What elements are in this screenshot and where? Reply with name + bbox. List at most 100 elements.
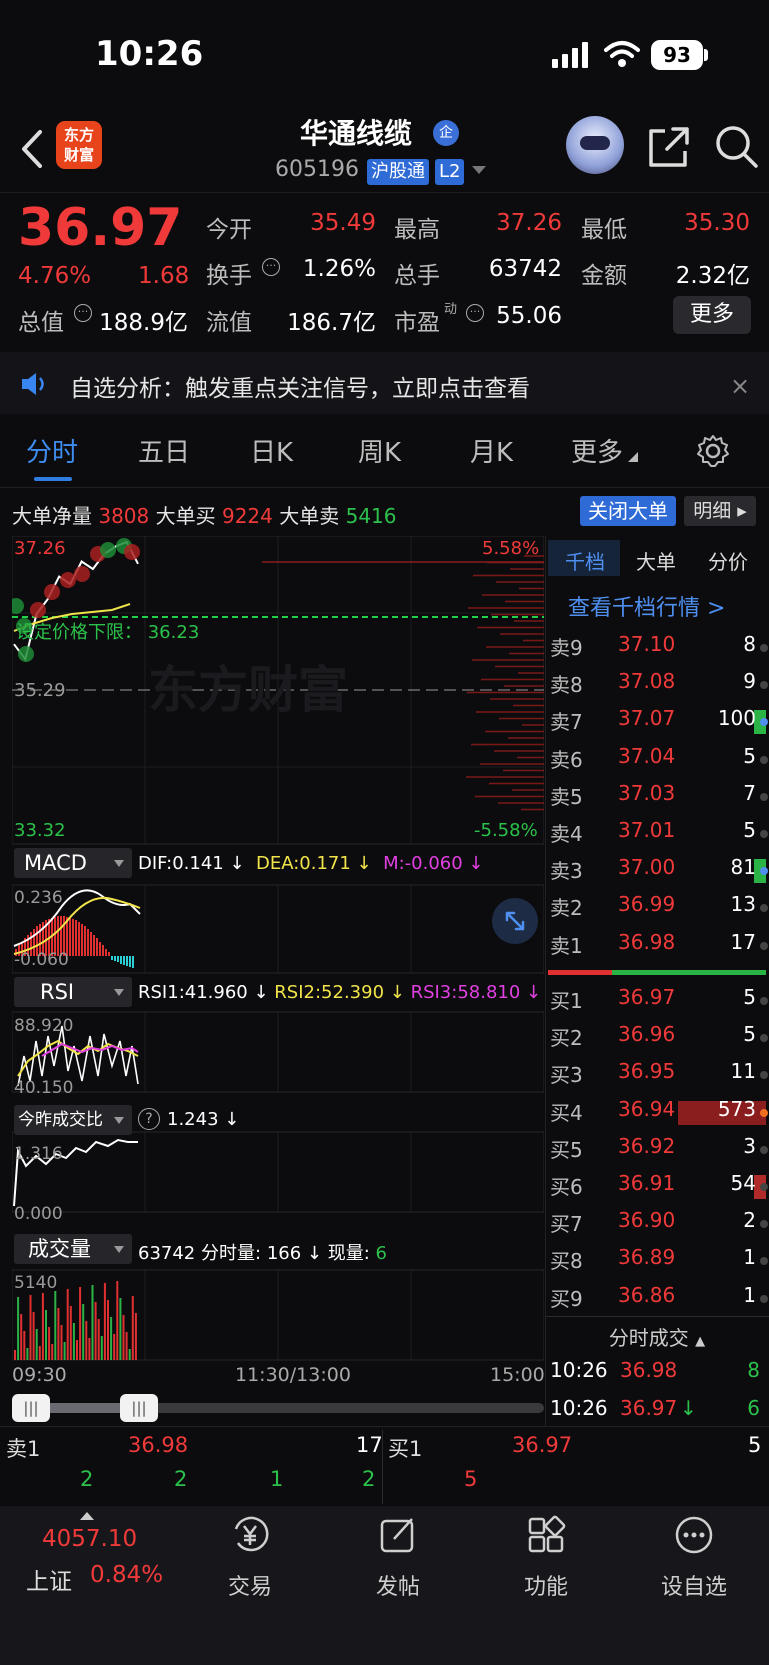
volume-bar — [14, 1350, 16, 1360]
index-percent: 0.84% — [90, 1562, 164, 1588]
bid-level-row[interactable]: 买9 36.86 1 — [548, 1283, 768, 1317]
status-dot — [760, 1294, 768, 1303]
back-icon[interactable] — [14, 124, 54, 174]
view-full-depth-link[interactable]: 查看千档行情 > — [568, 590, 725, 622]
bid-level-row[interactable]: 买3 36.95 11 — [548, 1059, 768, 1093]
status-dot — [760, 718, 768, 727]
search-icon[interactable] — [712, 122, 760, 170]
tab-five-day[interactable]: 五日 — [138, 432, 190, 469]
ob-tab-big-order[interactable]: 大单 — [636, 546, 676, 575]
range-handle-right[interactable]: ||| — [120, 1394, 158, 1422]
nav-post[interactable]: 发帖 — [338, 1515, 458, 1601]
level-price: 36.99 — [618, 892, 676, 917]
stat-label: 最低 — [581, 217, 627, 243]
macd-indicator-select[interactable]: MACD — [14, 848, 132, 878]
status-dot — [760, 1257, 768, 1266]
pe-info-icon[interactable]: ··· — [466, 304, 484, 322]
battery-icon: 93 — [651, 40, 703, 70]
tab-monthly-k[interactable]: 月K — [470, 432, 513, 469]
tab-timeshare[interactable]: 分时 — [26, 432, 78, 469]
stock-switch-caret-icon[interactable] — [472, 166, 486, 174]
more-stats-button[interactable]: 更多 — [673, 296, 751, 334]
robot-visor — [580, 136, 610, 150]
x-label-noon: 11:30/13:00 — [235, 1364, 351, 1386]
level-label: 买1 — [550, 989, 583, 1013]
nav-add-watchlist[interactable]: 设自选 — [634, 1515, 754, 1601]
volume-bar — [54, 1291, 57, 1360]
level1-queue-strip — [0, 1426, 769, 1506]
expand-up-icon[interactable] — [80, 1512, 94, 1520]
nav-functions[interactable]: 功能 — [486, 1515, 606, 1601]
app-logo: 东方 财富 — [56, 121, 102, 169]
wifi-icon — [604, 41, 640, 67]
index-value[interactable]: 4057.10 — [42, 1526, 137, 1552]
alert-text[interactable]: 自选分析：触发重点关注信号，立即点击查看 — [70, 369, 530, 403]
range-handle-left[interactable]: ||| — [12, 1394, 50, 1422]
buy1-volume: 5 — [748, 1433, 762, 1457]
price-limit-label[interactable]: 设定价格下限： 36.23 — [16, 618, 199, 644]
market-cap-info-icon[interactable]: ··· — [74, 304, 92, 322]
bid-level-row[interactable]: 买6 36.91 54 — [548, 1171, 768, 1205]
rsi-indicator-select[interactable]: RSI — [14, 977, 132, 1007]
tab-weekly-k[interactable]: 周K — [358, 432, 401, 469]
volume-bar — [79, 1287, 82, 1360]
volume-bar — [57, 1308, 60, 1360]
turnover-info-icon[interactable]: ··· — [262, 258, 280, 276]
nav-trade[interactable]: 交易 — [190, 1515, 310, 1601]
ob-tab-price-distribution[interactable]: 分价 — [708, 546, 748, 575]
ask-level-row[interactable]: 卖2 36.99 13 — [548, 892, 768, 926]
volume-indicator-select[interactable]: 成交量 — [14, 1234, 132, 1264]
level-volume: 54 — [730, 1171, 756, 1195]
ask-level-row[interactable]: 卖7 37.07 100 — [548, 706, 768, 740]
tab-daily-k[interactable]: 日K — [250, 432, 293, 469]
sell1-label: 卖1 — [6, 1437, 41, 1461]
ratio-indicator-select[interactable]: 今昨成交比 — [14, 1105, 132, 1135]
volume-bar — [94, 1302, 97, 1360]
status-dot — [760, 1034, 768, 1043]
stat-label: 金额 — [581, 263, 627, 289]
ratio-top-label: 1.316 — [14, 1144, 63, 1164]
tab-more-caret-icon — [628, 452, 638, 462]
ask-level-row[interactable]: 卖1 36.98 17 — [548, 930, 768, 964]
pct-low-label: -5.58% — [474, 820, 538, 841]
bid-level-row[interactable]: 买1 36.97 5 — [548, 985, 768, 1019]
settings-gear-icon[interactable] — [696, 434, 730, 468]
ask-level-row[interactable]: 卖4 37.01 5 — [548, 818, 768, 852]
fullscreen-expand-icon[interactable] — [492, 898, 538, 944]
ask-level-row[interactable]: 卖5 37.03 7 — [548, 781, 768, 815]
level-volume: 5 — [743, 743, 756, 768]
stat-value: 55.06 — [496, 303, 562, 329]
alert-close-icon[interactable]: × — [730, 372, 750, 400]
level2-badge: L2 — [435, 159, 465, 185]
bid-level-row[interactable]: 买8 36.89 1 — [548, 1245, 768, 1279]
sell1-volume: 17 — [356, 1433, 383, 1457]
ob-tab-thousand[interactable]: 千档 — [565, 546, 605, 575]
volume-top-label: 5140 — [14, 1273, 58, 1293]
help-icon[interactable]: ? — [138, 1108, 160, 1130]
ask-level-row[interactable]: 卖9 37.10 8 — [548, 632, 768, 666]
tab-more[interactable]: 更多 — [571, 432, 623, 469]
ask-level-row[interactable]: 卖3 37.00 81 — [548, 855, 768, 889]
detail-button[interactable]: 明细 ▸ — [684, 496, 756, 526]
bid-level-row[interactable]: 买4 36.94 573 — [548, 1097, 768, 1131]
share-icon[interactable] — [645, 123, 693, 171]
ask-level-row[interactable]: 卖8 37.08 9 — [548, 669, 768, 703]
ask-level-row[interactable]: 卖6 37.04 5 — [548, 743, 768, 778]
volume-bar — [122, 1315, 125, 1360]
macd-bar — [93, 935, 95, 956]
bid-level-row[interactable]: 买7 36.90 2 — [548, 1208, 768, 1242]
time-sales-header[interactable]: 分时成交 ▲ — [545, 1322, 769, 1358]
battery-tip — [704, 49, 708, 61]
close-big-order-button[interactable]: 关闭大单 — [580, 496, 676, 526]
volume-bar — [82, 1304, 85, 1360]
bid-level-row[interactable]: 买2 36.96 5 — [548, 1022, 768, 1056]
status-dot — [760, 997, 768, 1005]
index-name[interactable]: 上证 — [26, 1562, 72, 1596]
status-dot — [760, 904, 768, 913]
change-percent: 4.76% — [18, 263, 92, 289]
bid-level-row[interactable]: 买5 36.92 3 — [548, 1134, 768, 1168]
trade-row: 10:26 36.98 8 — [550, 1358, 760, 1382]
divider — [0, 487, 769, 488]
level-price: 36.90 — [618, 1208, 676, 1233]
volume-bar — [134, 1313, 137, 1360]
